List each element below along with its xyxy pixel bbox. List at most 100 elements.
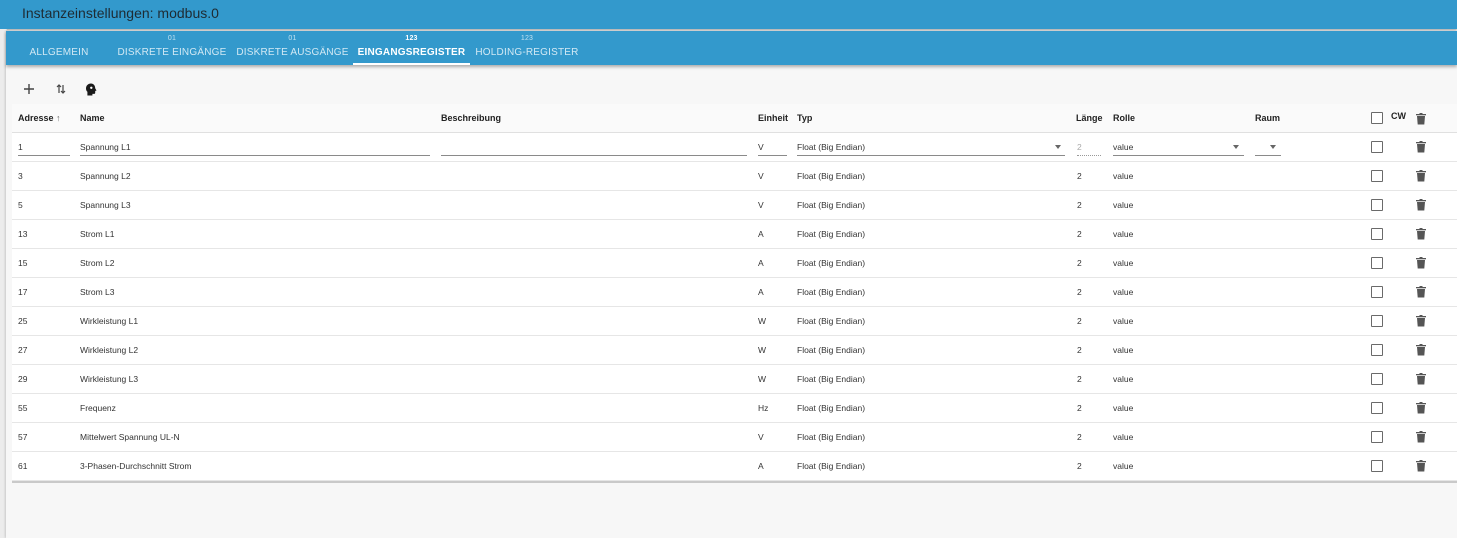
table-row[interactable]: 25 Wirkleistung L1 W Float (Big Endian) 2 val… [12,306,1457,336]
table-row[interactable]: 15 Strom L2 A Float (Big Endian) 2 value [12,248,1457,278]
trash-icon [1416,315,1426,327]
table-row[interactable]: 27 Wirkleistung L2 W Float (Big Endian) 2 val… [12,335,1457,365]
tab-label: DISKRETE AUSGÄNGE [236,47,349,58]
name-cell: Frequenz [80,403,116,413]
type-dropdown-icon[interactable] [1055,145,1061,149]
head-profile-button[interactable] [81,81,101,97]
length-cell: 2 [1077,287,1082,297]
active-tab-indicator [353,63,470,65]
role-cell: value [1113,229,1134,239]
header-cw: CW [1391,111,1406,121]
address-cell: 5 [18,200,23,210]
delete-row-button[interactable] [1416,227,1426,240]
address-cell: 61 [18,461,28,471]
table-row[interactable]: 61 3-Phasen-Durchschnitt Strom A Float (Big… [12,451,1457,481]
room-underline [1255,155,1281,156]
cw-checkbox[interactable] [1371,286,1383,298]
name-cell: Wirkleistung L2 [80,345,139,355]
description-underline [441,155,747,156]
role-dropdown-icon[interactable] [1233,145,1239,149]
delete-row-button[interactable] [1416,198,1426,211]
delete-row-button[interactable] [1416,140,1426,153]
delete-row-button[interactable] [1416,314,1426,327]
unit-cell[interactable]: V [758,142,764,152]
delete-all-button[interactable] [1416,112,1426,125]
table-row[interactable]: 13 Strom L1 A Float (Big Endian) 2 value [12,219,1457,249]
unit-underline [758,155,787,156]
type-cell: Float (Big Endian) [797,229,866,239]
table-row[interactable]: 5 Spannung L3 V Float (Big Endian) 2 value [12,190,1457,220]
add-button[interactable] [19,81,39,97]
cw-checkbox[interactable] [1371,141,1383,153]
cw-checkbox[interactable] [1371,257,1383,269]
type-underline [797,155,1065,156]
table-row[interactable]: 3 Spannung L2 V Float (Big Endian) 2 value [12,161,1457,191]
delete-row-button[interactable] [1416,459,1426,472]
trash-icon [1416,402,1426,414]
table-row[interactable]: 29 Wirkleistung L3 W Float (Big Endian) 2 val… [12,364,1457,394]
address-cell[interactable]: 1 [18,142,23,152]
sort-icon [56,84,66,94]
tab-label: DISKRETE EINGÄNGE [117,47,227,58]
page-title: Instanzeinstellungen: modbus.0 [22,5,219,21]
tab-eingangsregister[interactable]: 123 EINGANGSREGISTER [353,31,470,65]
select-all-checkbox[interactable] [1371,112,1383,124]
tab-holding-register[interactable]: 123 HOLDING-REGISTER [471,31,583,65]
tab-diskrete-ausgaenge[interactable]: 01 DISKRETE AUSGÄNGE [234,31,351,65]
tab-diskrete-eingaenge[interactable]: 01 DISKRETE EINGÄNGE [113,31,231,65]
name-cell[interactable]: Spannung L1 [80,142,131,152]
role-cell: value [1113,403,1134,413]
role-cell: value [1113,461,1134,471]
role-cell[interactable]: value [1113,142,1133,152]
address-underline [18,155,70,156]
delete-row-button[interactable] [1416,285,1426,298]
type-cell[interactable]: Float (Big Endian) [797,142,865,152]
table-row[interactable]: 57 Mittelwert Spannung UL-N V Float (Big En… [12,422,1457,452]
address-cell: 25 [18,316,28,326]
tab-sup: 123 [405,35,418,42]
trash-icon [1416,373,1426,385]
cw-checkbox[interactable] [1371,170,1383,182]
length-cell: 2 [1077,403,1082,413]
sort-arrow-icon: ↑ [56,113,61,123]
delete-row-button[interactable] [1416,169,1426,182]
cw-checkbox[interactable] [1371,315,1383,327]
tab-label: ALLGEMEIN [29,47,89,58]
trash-icon [1416,460,1426,472]
tab-allgemein[interactable]: ALLGEMEIN [19,31,99,65]
tab-bar: ALLGEMEIN 01 DISKRETE EINGÄNGE 01 DISKRE… [6,31,1457,65]
trash-icon [1416,431,1426,443]
header-address[interactable]: Adresse ↑ [18,113,61,123]
delete-row-button[interactable] [1416,256,1426,269]
table-row[interactable]: 1 Spannung L1 V Float (Big Endian) 2 value [12,132,1457,162]
room-dropdown-icon[interactable] [1270,145,1276,149]
cw-checkbox[interactable] [1371,228,1383,240]
cw-checkbox[interactable] [1371,402,1383,414]
unit-cell: A [758,258,764,268]
name-cell: Wirkleistung L1 [80,316,139,326]
table-row[interactable]: 55 Frequenz Hz Float (Big Endian) 2 value [12,393,1457,423]
title-bar: Instanzeinstellungen: modbus.0 [0,0,1457,29]
length-cell: 2 [1077,432,1082,442]
unit-cell: Hz [758,403,769,413]
delete-row-button[interactable] [1416,430,1426,443]
name-cell: Spannung L2 [80,171,131,181]
unit-cell: V [758,171,764,181]
head-profile-icon [86,83,97,95]
sort-button[interactable] [51,81,71,97]
delete-row-button[interactable] [1416,401,1426,414]
delete-row-button[interactable] [1416,343,1426,356]
table-row[interactable]: 17 Strom L3 A Float (Big Endian) 2 value [12,277,1457,307]
cw-checkbox[interactable] [1371,460,1383,472]
address-cell: 17 [18,287,28,297]
name-cell: 3-Phasen-Durchschnitt Strom [80,461,192,471]
cw-checkbox[interactable] [1371,199,1383,211]
type-cell: Float (Big Endian) [797,461,866,471]
cw-checkbox[interactable] [1371,344,1383,356]
address-cell: 29 [18,374,28,384]
header-unit: Einheit [758,113,789,123]
delete-row-button[interactable] [1416,372,1426,385]
cw-checkbox[interactable] [1371,373,1383,385]
length-cell: 2 [1077,258,1082,268]
cw-checkbox[interactable] [1371,431,1383,443]
